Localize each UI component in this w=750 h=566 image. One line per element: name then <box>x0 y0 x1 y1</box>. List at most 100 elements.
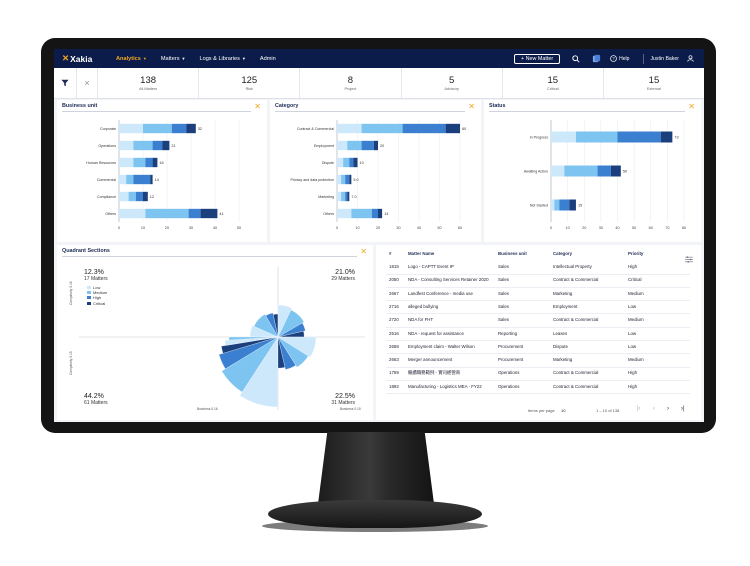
status-tick-label: 60 <box>649 226 653 230</box>
category-bar <box>349 174 352 185</box>
status-bar <box>551 131 576 143</box>
table-row[interactable]: 2663 Merger announcement Procurement Market… <box>389 357 704 362</box>
stat-critical[interactable]: 15 Critical <box>503 68 604 98</box>
category-bar <box>345 174 350 185</box>
column-header-priority[interactable]: Priority <box>628 251 678 256</box>
business-unit-category-label: Operations <box>98 144 116 148</box>
business-unit-title: Business unit <box>62 103 98 109</box>
category-total-label: 5.0 <box>353 178 358 182</box>
business-unit-bar <box>133 174 151 185</box>
table-row[interactable]: 2667 Landfest Conference - media use Sales… <box>389 291 704 296</box>
nav-matters[interactable]: Matters ▼ <box>161 56 186 62</box>
table-row[interactable]: 1759 繼續職務範例 - 實司經營商 Operations Contract & C… <box>389 370 704 376</box>
quadrant-pie-chart <box>79 267 365 410</box>
table-row[interactable]: 2050 NDA - Consulting Services Retainer 2… <box>389 277 704 282</box>
category-bar <box>337 191 342 202</box>
row-divider <box>386 379 690 381</box>
stat-external[interactable]: 15 External <box>604 68 704 98</box>
table-cell: Merger announcement <box>408 357 453 363</box>
category-bar <box>361 140 374 151</box>
user-name[interactable]: Justin Baker <box>650 56 679 62</box>
business-unit-bar <box>128 191 136 202</box>
clear-filter-icon[interactable]: × <box>77 68 98 98</box>
category-bar <box>337 174 342 185</box>
xakia-logo[interactable]: ✕ Xakia <box>62 53 116 64</box>
table-row[interactable]: 1815 Logo - CAPTT Event IP Sales Intellectu… <box>389 264 704 269</box>
close-icon[interactable]: ✕ <box>254 102 261 111</box>
row-divider <box>386 393 690 395</box>
table-cell: Contract & Commercial <box>553 370 599 376</box>
notifications-icon[interactable] <box>590 53 602 65</box>
filter-icon <box>61 79 69 87</box>
table-row[interactable]: 2720 NDA for FHT Sales Contract & Commercia… <box>389 317 704 322</box>
table-cell: Employment <box>553 303 578 309</box>
stat-all-matters[interactable]: 138 All Matters <box>98 68 200 98</box>
category-bar <box>337 140 348 151</box>
column-header-category[interactable]: Category <box>553 251 628 256</box>
first-page-icon[interactable]: |‹ <box>637 406 641 412</box>
panel-divider <box>62 111 251 112</box>
category-bar <box>341 174 346 185</box>
panel-divider <box>275 111 465 112</box>
user-icon[interactable] <box>684 53 696 65</box>
column-header-name[interactable]: Matter Name <box>408 251 498 256</box>
business-unit-bar <box>188 208 201 219</box>
nav-logs-libraries[interactable]: Logs & Libraries ▼ <box>199 56 245 62</box>
category-tick-label: 20 <box>376 226 380 230</box>
nav-analytics[interactable]: Analytics ▼ <box>116 56 147 62</box>
search-icon[interactable] <box>570 53 582 65</box>
status-tick-label: 70 <box>665 226 669 230</box>
table-row[interactable]: 2516 NDA - request for assistance Reportin… <box>389 331 704 336</box>
category-bar <box>343 157 350 168</box>
business-unit-bar <box>143 123 172 134</box>
business-unit-tick-label: 10 <box>141 226 145 230</box>
table-cell: High <box>628 383 638 389</box>
table-cell: 2663 <box>389 357 399 363</box>
table-cell: Manufacturing - Logistics MEA - FY22 <box>408 383 482 389</box>
table-row[interactable]: 1892 Manufacturing - Logistics MEA - FY22… <box>389 384 704 389</box>
business-unit-bar <box>133 140 153 151</box>
filter-button[interactable] <box>54 68 77 98</box>
business-unit-bar <box>152 157 158 168</box>
table-cell: Dispute <box>553 343 568 349</box>
business-unit-category-label: Corporate <box>100 127 116 131</box>
business-unit-tick-label: 20 <box>165 226 169 230</box>
nav-admin[interactable]: Admin <box>260 56 276 62</box>
category-bar <box>337 208 352 219</box>
prev-page-icon[interactable]: ‹ <box>653 406 655 412</box>
business-unit-total-label: 16 <box>159 161 163 165</box>
stat-risk[interactable]: 125 Risk <box>199 68 301 98</box>
stat-advisory[interactable]: 5 Advisory <box>402 68 503 98</box>
business-unit-total-label: 41 <box>219 212 223 216</box>
column-header-business-unit[interactable]: Business unit <box>498 251 553 256</box>
status-bar <box>551 199 555 211</box>
business-unit-category-label: Human Resources <box>86 161 116 165</box>
help-button[interactable]: ? Help <box>610 53 629 65</box>
status-bar <box>617 131 661 143</box>
items-per-page-select[interactable]: 10 <box>561 408 565 413</box>
column-header-id[interactable]: # <box>389 251 408 256</box>
status-bar <box>610 165 621 177</box>
category-chart: 0 10 20 30 40 50 60 Contract & Commercial 60 Empl… <box>290 120 466 230</box>
category-bar <box>349 157 354 168</box>
category-total-label: 60 <box>462 127 466 131</box>
business-unit-bar <box>135 191 143 202</box>
close-icon[interactable]: ✕ <box>688 102 695 111</box>
table-cell: Reporting <box>498 330 518 336</box>
table-row[interactable]: 2658 Employment claim - Walter Wilson Proc… <box>389 344 704 349</box>
table-cell: Procurement <box>498 343 524 349</box>
next-page-icon[interactable]: › <box>667 406 669 412</box>
pagination: Items per page 10 1 – 10 of 138 |‹ ‹ › ›… <box>376 404 700 418</box>
category-bar <box>341 191 346 202</box>
table-row[interactable]: 2716 alleged bullying Sales Employment Low <box>389 304 704 309</box>
status-title: Status <box>489 103 506 109</box>
close-icon[interactable]: ✕ <box>468 102 475 111</box>
table-header: # Matter Name Business unit Category Pri… <box>389 251 704 256</box>
last-page-icon[interactable]: ›| <box>681 406 685 412</box>
stat-project[interactable]: 8 Project <box>300 68 402 98</box>
business-unit-tick-label: 30 <box>189 226 193 230</box>
category-bar <box>351 208 372 219</box>
category-total-label: 10 <box>360 161 364 165</box>
table-cell: 2516 <box>389 330 399 336</box>
new-matter-button[interactable]: + New Matter <box>513 53 561 64</box>
